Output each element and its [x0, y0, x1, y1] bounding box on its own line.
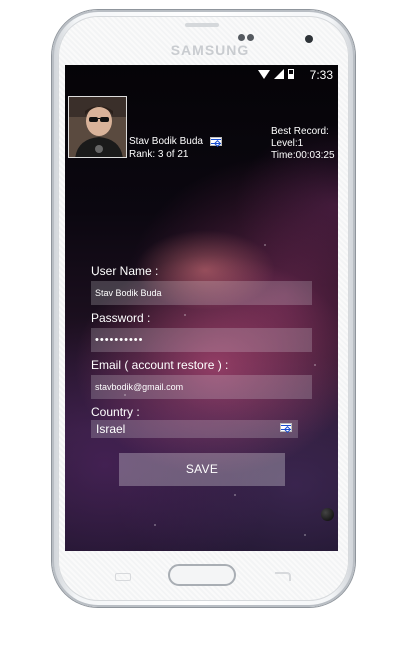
save-button[interactable]: SAVE — [119, 453, 285, 486]
recent-apps-key[interactable] — [115, 573, 131, 581]
profile-avatar[interactable] — [68, 96, 127, 158]
best-record: Best Record: Level:1 Time:00:03:25 — [271, 126, 335, 162]
country-select[interactable]: Israel — [91, 420, 298, 438]
username-input[interactable]: Stav Bodik Buda — [91, 281, 312, 305]
planet-decoration — [321, 508, 334, 521]
brand-logo: SAMSUNG — [170, 42, 250, 58]
back-key[interactable] — [275, 572, 291, 581]
israel-flag-icon — [209, 136, 222, 147]
israel-flag-icon — [280, 423, 292, 434]
email-input[interactable]: stavbodik@gmail.com — [91, 375, 312, 399]
battery-icon — [288, 69, 294, 79]
profile-name: Stav Bodik Buda — [129, 136, 203, 147]
status-bar: 7:33 — [65, 65, 338, 85]
profile-info: Stav Bodik Buda Rank: 3 of 21 — [129, 135, 222, 161]
email-label: Email ( account restore ) : — [91, 358, 229, 372]
earpiece-speaker — [185, 23, 219, 27]
username-label: User Name : — [91, 264, 159, 278]
status-time: 7:33 — [309, 68, 333, 82]
password-input[interactable]: •••••••••• — [91, 328, 312, 352]
signal-icon — [274, 69, 284, 79]
password-label: Password : — [91, 311, 151, 325]
profile-rank: Rank: 3 of 21 — [129, 149, 189, 160]
record-time: Time:00:03:25 — [271, 150, 335, 161]
app-screen: 7:33 Stav Bodik Buda Rank: 3 of 21 Best … — [65, 65, 338, 551]
record-title: Best Record: — [271, 126, 329, 137]
country-value: Israel — [96, 422, 126, 436]
profile-form: User Name : Stav Bodik Buda Password : •… — [91, 264, 313, 438]
home-button[interactable] — [168, 564, 236, 586]
country-label: Country : — [91, 405, 140, 419]
record-level: Level:1 — [271, 138, 304, 149]
wifi-icon — [258, 69, 270, 79]
